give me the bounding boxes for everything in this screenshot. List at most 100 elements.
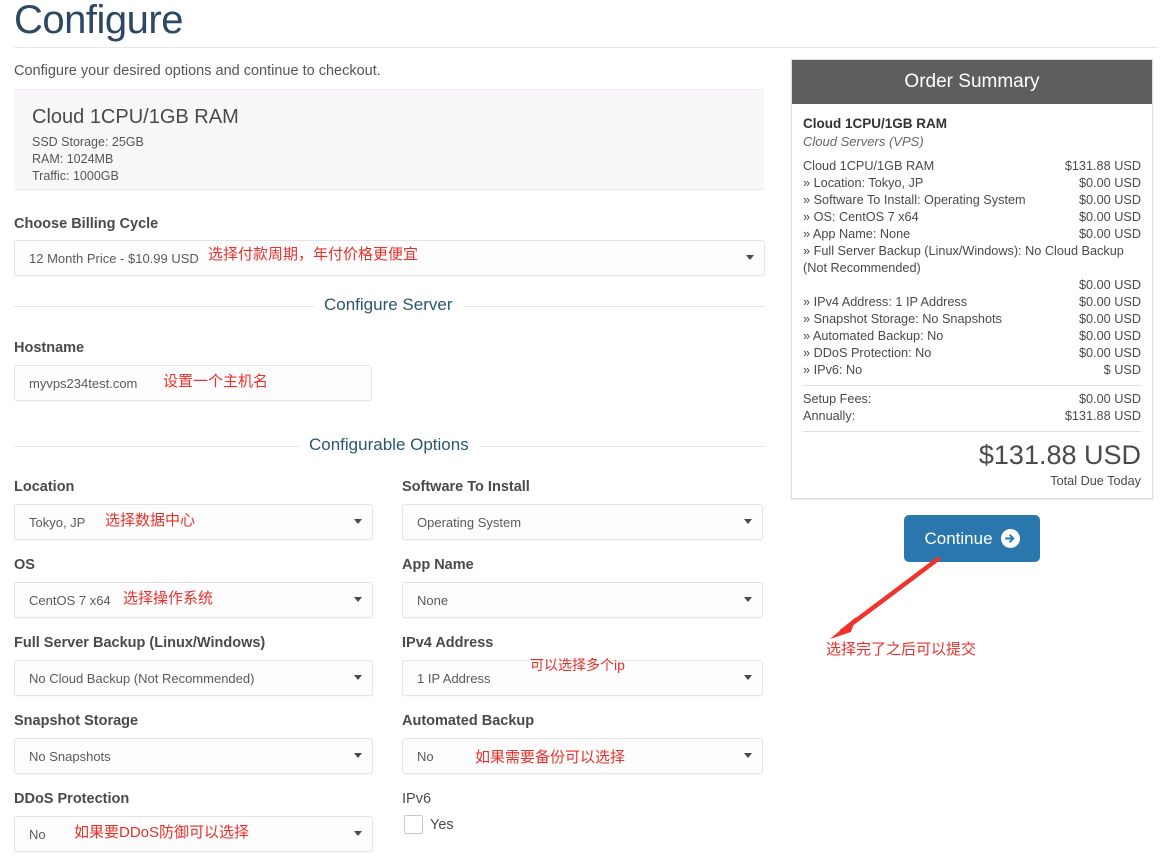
summary-line-price: $0.00 USD (1078, 329, 1141, 343)
order-summary-body: Cloud 1CPU/1GB RAM Cloud Servers (VPS) C… (792, 104, 1152, 498)
chevron-down-icon (746, 255, 754, 260)
app-name-value: None (417, 593, 449, 608)
chevron-down-icon (354, 675, 362, 680)
summary-line-label: » IPv6: No (803, 363, 863, 377)
ddos-protection-label-wrap: DDoS Protection (14, 789, 129, 809)
summary-line-item: » Snapshot Storage: No Snapshots $0.00 U… (803, 311, 1141, 328)
chevron-down-icon (744, 753, 752, 758)
snapshot-storage-value: No Snapshots (29, 749, 111, 764)
ipv4-address-value: 1 IP Address (417, 671, 491, 686)
summary-total-label: Total Due Today (1050, 474, 1141, 488)
chevron-down-icon (744, 597, 752, 602)
ipv4-address-label-wrap: IPv4 Address (402, 633, 493, 653)
summary-line-item: » DDoS Protection: No $0.00 USD (803, 345, 1141, 362)
automated-backup-annotation: 如果需要备份可以选择 (475, 749, 626, 766)
summary-line-price: $131.88 USD (1064, 159, 1141, 173)
product-spec-traffic: Traffic: 1000GB (32, 169, 119, 183)
automated-backup-label: Automated Backup (402, 713, 535, 729)
summary-product-category: Cloud Servers (VPS) (803, 134, 924, 149)
location-label: Location (14, 479, 75, 495)
summary-fee-row: Annually: $131.88 USD (803, 408, 1141, 425)
os-annotation: 选择操作系统 (123, 590, 214, 607)
summary-line-price: $0.00 USD (1078, 176, 1141, 190)
ipv6-checkbox-row[interactable]: Yes (404, 815, 454, 834)
configure-server-heading: Configure Server (314, 293, 463, 317)
configurable-options-heading: Configurable Options (299, 433, 479, 457)
location-value: Tokyo, JP (29, 515, 86, 530)
billing-cycle-label: Choose Billing Cycle (14, 216, 159, 232)
automated-backup-value: No (417, 749, 434, 764)
full-server-backup-label: Full Server Backup (Linux/Windows) (14, 635, 266, 651)
snapshot-storage-label: Snapshot Storage (14, 713, 139, 729)
summary-fee-row: Setup Fees: $0.00 USD (803, 391, 1141, 408)
summary-line-price: $0.00 USD (1078, 295, 1141, 309)
summary-line-label: » App Name: None (803, 227, 911, 241)
full-server-backup-label-wrap: Full Server Backup (Linux/Windows) (14, 633, 265, 653)
summary-divider (803, 385, 1141, 386)
chevron-down-icon (354, 597, 362, 602)
summary-line-item: » App Name: None $0.00 USD (803, 226, 1141, 243)
ddos-protection-annotation: 如果要DDoS防御可以选择 (74, 824, 250, 841)
ipv4-address-annotation: 可以选择多个ip (530, 657, 625, 673)
configure-page: Configure Configure your desired options… (0, 0, 1175, 865)
ipv6-checkbox-label: Yes (430, 816, 454, 833)
continue-button-label: Continue (924, 528, 993, 548)
summary-line-price: $ USD (1103, 363, 1141, 377)
os-label-wrap: OS (14, 555, 35, 575)
summary-line-label: » Automated Backup: No (803, 329, 944, 343)
app-name-select[interactable]: None (402, 582, 763, 618)
summary-line-item: » Automated Backup: No $0.00 USD (803, 328, 1141, 345)
ipv6-label-wrap: IPv6 (402, 789, 431, 809)
hostname-label-wrap: Hostname (14, 338, 84, 358)
summary-divider (803, 431, 1141, 432)
product-name: Cloud 1CPU/1GB RAM (32, 106, 239, 128)
os-label: OS (14, 557, 35, 573)
summary-line-label: » Software To Install: Operating System (803, 193, 1026, 207)
summary-product-name: Cloud 1CPU/1GB RAM (803, 116, 948, 131)
summary-line-item: » Location: Tokyo, JP $0.00 USD (803, 175, 1141, 192)
hostname-label: Hostname (14, 340, 85, 356)
software-to-install-label-wrap: Software To Install (402, 477, 530, 497)
summary-line-item: » OS: CentOS 7 x64 $0.00 USD (803, 209, 1141, 226)
summary-line-item: » Software To Install: Operating System … (803, 192, 1141, 209)
software-to-install-select[interactable]: Operating System (402, 504, 763, 540)
summary-line-price: $0.00 USD (1078, 210, 1141, 224)
summary-line-label: Cloud 1CPU/1GB RAM (803, 159, 935, 173)
arrow-right-circle-icon (1000, 529, 1020, 548)
summary-total-amount: $131.88 USD (978, 440, 1141, 470)
software-to-install-value: Operating System (417, 515, 522, 530)
location-annotation: 选择数据中心 (105, 512, 196, 529)
billing-cycle-value: 12 Month Price - $10.99 USD (29, 251, 199, 266)
summary-line-price: $0.00 USD (1078, 278, 1141, 292)
summary-line-price: $0.00 USD (1078, 193, 1141, 207)
summary-line-item: Cloud 1CPU/1GB RAM $131.88 USD (803, 158, 1141, 175)
configure-server-divider: Configure Server (14, 293, 765, 317)
summary-line-label: » Snapshot Storage: No Snapshots (803, 312, 1002, 326)
location-label-wrap: Location (14, 477, 74, 497)
ddos-protection-value: No (29, 827, 46, 842)
summary-line-item: » IPv6: No $ USD (803, 362, 1141, 379)
chevron-down-icon (354, 831, 362, 836)
red-arrow-annotation-icon (820, 555, 945, 645)
chevron-down-icon (354, 519, 362, 524)
summary-fee-price: $131.88 USD (1064, 409, 1141, 423)
summary-line-label: » Full Server Backup (Linux/Windows): No… (803, 244, 1124, 275)
snapshot-storage-select[interactable]: No Snapshots (14, 738, 373, 774)
billing-cycle-annotation: 选择付款周期，年付价格更便宜 (208, 246, 419, 263)
product-spec-storage: SSD Storage: 25GB (32, 135, 144, 149)
page-subtitle: Configure your desired options and conti… (14, 63, 381, 79)
order-summary-header: Order Summary (792, 60, 1152, 104)
software-to-install-label: Software To Install (402, 479, 530, 495)
ipv6-checkbox[interactable] (404, 815, 423, 834)
configurable-options-divider: Configurable Options (14, 433, 765, 457)
title-divider (14, 47, 1158, 48)
summary-line-price: $0.00 USD (1078, 346, 1141, 360)
chevron-down-icon (744, 519, 752, 524)
snapshot-storage-label-wrap: Snapshot Storage (14, 711, 138, 731)
summary-fee-price: $0.00 USD (1078, 392, 1141, 406)
summary-line-label: » OS: CentOS 7 x64 (803, 210, 919, 224)
continue-annotation: 选择完了之后可以提交 (826, 641, 977, 658)
automated-backup-label-wrap: Automated Backup (402, 711, 534, 731)
full-server-backup-select[interactable]: No Cloud Backup (Not Recommended) (14, 660, 373, 696)
summary-line-item: » Full Server Backup (Linux/Windows): No… (803, 243, 1141, 294)
